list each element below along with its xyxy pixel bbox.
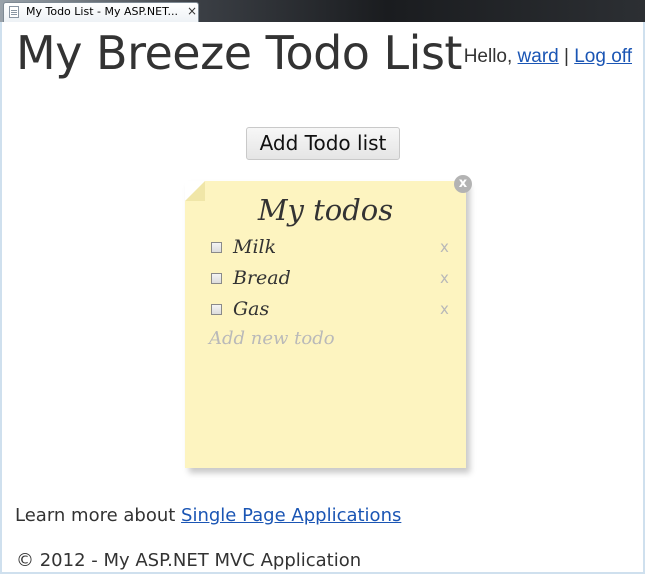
todo-text[interactable]: Gas (233, 298, 269, 320)
spa-link[interactable]: Single Page Applications (181, 505, 401, 526)
username-link[interactable]: ward (518, 46, 559, 67)
todo-item: Milk x (211, 236, 461, 262)
todo-checkbox[interactable] (211, 242, 222, 253)
todo-list-title[interactable]: My todos (185, 193, 466, 227)
browser-tab[interactable]: My Todo List - My ASP.NET... × (3, 2, 199, 22)
learn-more-prefix: Learn more about (15, 505, 182, 526)
todo-item: Bread x (211, 267, 461, 293)
todo-text[interactable]: Bread (233, 267, 291, 289)
add-todo-input[interactable]: Add new todo (209, 328, 335, 349)
todo-item: Gas x (211, 298, 461, 324)
delete-todo-icon[interactable]: x (440, 300, 449, 318)
delete-todo-icon[interactable]: x (440, 238, 449, 256)
todo-checkbox[interactable] (211, 273, 222, 284)
site-title: My Breeze Todo List (16, 26, 462, 80)
close-list-icon[interactable]: x (454, 175, 472, 193)
todo-list-note: My todos Milk x Bread x Gas x Add new to… (185, 181, 466, 468)
login-status: Hello, ward | Log off (464, 46, 632, 68)
todo-checkbox[interactable] (211, 304, 222, 315)
learn-more-text: Learn more about Single Page Application… (15, 505, 401, 526)
greeting-text: Hello, (463, 46, 518, 67)
logoff-link[interactable]: Log off (574, 46, 632, 67)
delete-todo-icon[interactable]: x (440, 269, 449, 287)
footer-copyright: © 2012 - My ASP.NET MVC Application (16, 550, 362, 571)
tab-close-icon[interactable]: × (187, 4, 197, 18)
page-icon (9, 6, 19, 18)
add-todo-list-button[interactable]: Add Todo list (246, 127, 400, 160)
tab-title: My Todo List - My ASP.NET... (26, 5, 178, 18)
login-separator: | (558, 46, 575, 67)
todo-text[interactable]: Milk (233, 236, 276, 258)
browser-tab-strip: My Todo List - My ASP.NET... × (0, 0, 645, 22)
